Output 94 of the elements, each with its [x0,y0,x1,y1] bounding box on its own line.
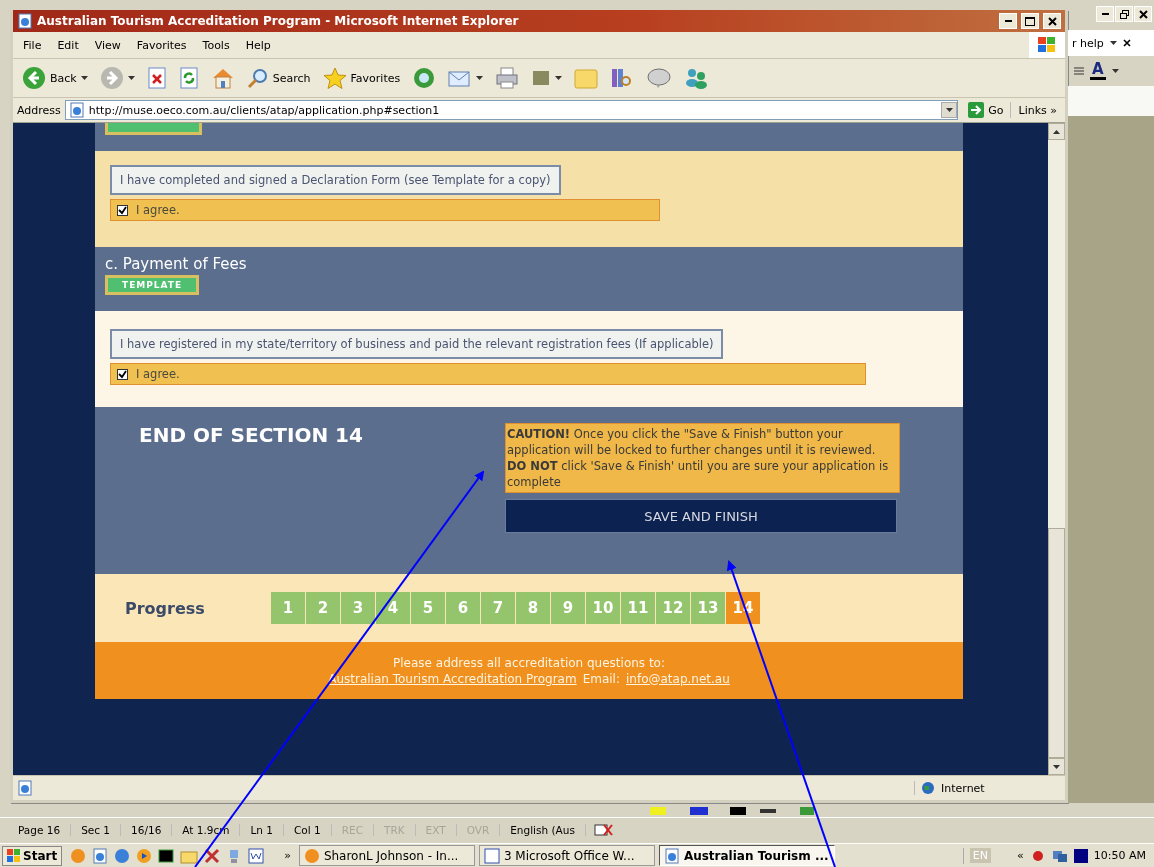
close-icon[interactable] [1122,39,1131,47]
dropdown-caret-icon [127,76,135,80]
menu-item[interactable]: Help [239,36,277,54]
menu-item[interactable]: Favorites [130,36,193,54]
agree-label: I agree. [136,367,180,381]
close-button[interactable] [1043,13,1061,29]
edit-icon [531,68,552,88]
circle-logo-icon [303,847,320,864]
status-field: 16/16 [121,824,173,837]
folder-icon [574,67,599,89]
caret-icon [945,108,953,112]
browser-icon [92,847,109,864]
media-player-icon[interactable] [136,847,153,864]
progress-label: Progress [125,598,206,618]
address-dropdown-button[interactable] [941,102,958,118]
document-icon[interactable] [248,847,265,864]
status-field: English (Aus [500,824,586,837]
page-icon [17,780,33,796]
close-icon [1138,9,1148,19]
tray-chevron[interactable]: « [1017,849,1024,862]
globe-icon [921,781,935,795]
status-field: Page 16 [8,824,72,837]
email-label: Email: [582,671,620,686]
dropdown-caret-icon [476,76,484,80]
align-icon[interactable] [1074,66,1084,76]
minimize-button[interactable] [1096,6,1114,22]
dropdown-caret-icon [80,76,88,80]
printer-icon [495,67,520,89]
close-icon [1047,16,1057,26]
section-heading: c. Payment of Fees [105,255,248,273]
fees-statement: I have registered in my state/territory of business and paid the relevant registration fees (If applicable) [110,329,724,359]
minimize-icon [1101,13,1109,15]
square-icon[interactable] [1073,848,1088,863]
menu-item[interactable]: Tools [196,36,236,54]
toolbar-button[interactable]: Favorites [319,65,404,91]
windows-flag-icon [7,849,20,862]
toolbar-button[interactable]: Search [243,65,314,91]
refresh-icon [178,67,199,89]
scroll-down-icon[interactable] [1053,764,1060,769]
address-field[interactable]: http://muse.oeco.com.au/clients/atap/application.php#section1 [64,100,959,120]
declaration-statement: I have completed and signed a Declaration Form (see Template for a copy) [110,165,561,195]
menu-item[interactable]: View [88,36,127,54]
spelling-icon [593,823,614,838]
maximize-icon [1025,16,1035,26]
media-icon [412,67,437,89]
speech-bubble-icon [646,67,673,89]
taskbar-button[interactable]: Australian Tourism ... [658,845,835,866]
document-icon [483,847,500,864]
status-field: Sec 1 [71,824,122,837]
restore-icon [1119,9,1129,19]
dropdown-caret-icon [555,76,563,80]
agree-label: I agree. [136,203,180,217]
footer-text: Please address all accreditation questions to: [393,655,665,670]
address-label: Address [17,103,61,117]
font-color-button[interactable]: A [1090,62,1106,80]
search-icon [246,67,269,89]
close-button[interactable] [1134,6,1152,22]
stop-icon [146,67,167,89]
scroll-up-icon[interactable] [1053,129,1060,134]
terminal-icon[interactable] [158,847,175,864]
taskbar-button[interactable]: 3 Microsoft Office W... [478,845,655,866]
maximize-button[interactable] [1021,13,1039,29]
save-and-finish-button[interactable]: SAVE AND FINISH [505,499,897,533]
browser-logo-icon [17,13,33,29]
minimize-icon [1004,20,1012,22]
window-title: Australian Tourism Accreditation Program - Microsoft Internet Explorer [37,14,520,28]
status-field: Col 1 [284,824,332,837]
globe-icon[interactable] [114,847,131,864]
agree-checkbox[interactable] [117,204,128,216]
caret-icon [1111,69,1119,73]
start-button[interactable]: Start [2,845,63,866]
status-field: Ln 1 [240,824,284,837]
arrow-icon [968,102,985,118]
section-end-heading: END OF SECTION 14 [139,423,364,449]
clock: 10:50 AM [1093,849,1146,862]
caution-notice: CAUTION! Once you click the "Save & Finish" button your application will be locked to further changes until it is reviewed. DO NOT click 'Save & Finish' until you are sure your application is complete [505,423,900,493]
zone-label: Internet [941,781,985,795]
tools-icon[interactable] [204,847,221,864]
links-button[interactable]: Links » [1014,103,1061,117]
browser-page-icon [68,102,85,118]
taskbar-button[interactable]: SharonL Johnson - In... [298,845,475,866]
agree-checkbox[interactable] [117,368,128,380]
windows-flag-icon [1037,36,1057,54]
browser-icon [663,847,680,864]
more-chevron[interactable]: » [270,849,291,862]
restore-button[interactable] [1115,6,1133,22]
mail-icon [448,68,473,88]
go-button[interactable]: Go [962,102,1011,118]
minimize-button[interactable] [999,13,1017,29]
menu-item[interactable]: Edit [51,36,85,54]
star-icon [322,67,347,89]
toolbar-button[interactable]: Back [19,64,91,92]
menu-item[interactable]: File [17,36,48,54]
caret-icon [1109,41,1117,45]
